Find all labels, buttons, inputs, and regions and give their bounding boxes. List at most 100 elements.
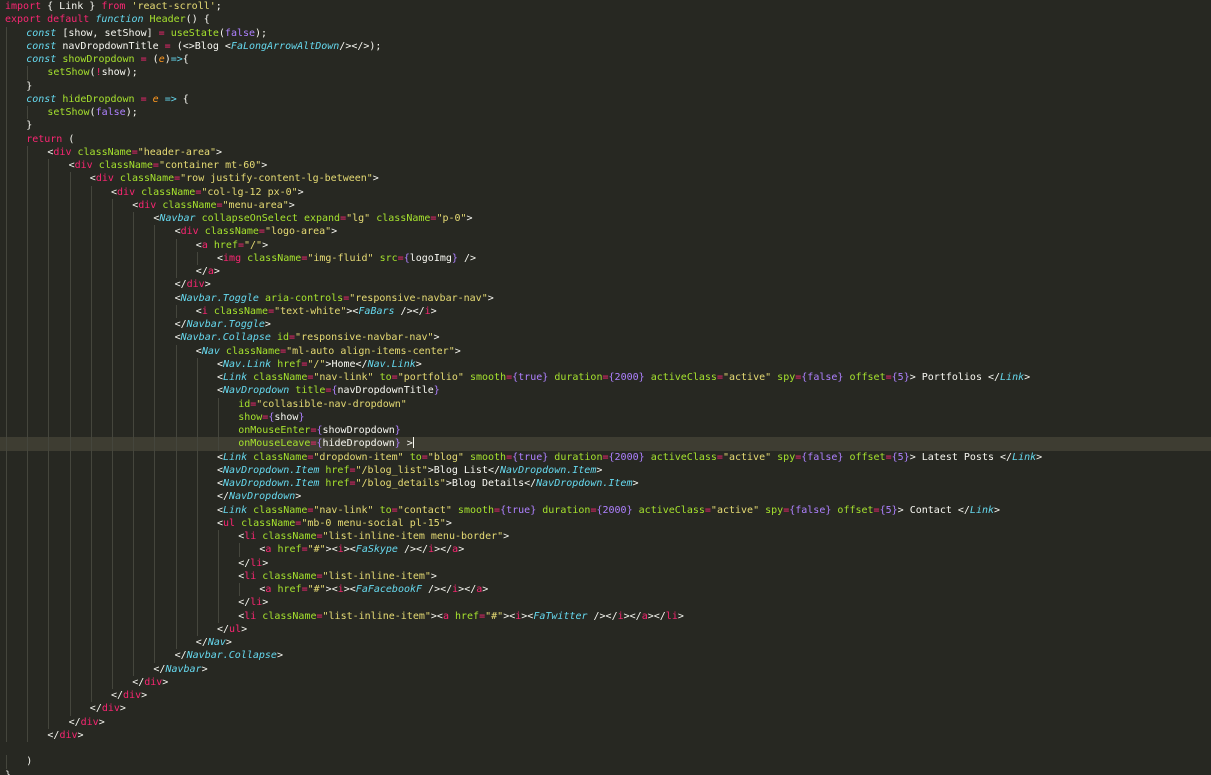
code-line[interactable]: <NavDropdown.Item href="/blog_list">Blog… [0, 463, 1211, 477]
code-line[interactable]: <Navbar.Toggle aria-controls="responsive… [0, 291, 1211, 305]
code-line[interactable]: </div> [0, 728, 1211, 742]
code-line[interactable]: <li className="list-inline-item"><a href… [0, 609, 1211, 623]
code-line[interactable]: </ul> [0, 622, 1211, 636]
code-line[interactable]: } [0, 79, 1211, 93]
code-line[interactable]: id="collasible-nav-dropdown" [0, 397, 1211, 411]
code-line[interactable]: </div> [0, 702, 1211, 716]
code-line[interactable]: </Navbar> [0, 662, 1211, 676]
indent-guide [175, 463, 177, 477]
code-token: className [253, 372, 308, 383]
code-line[interactable]: <a href="#"><i><FaFacebookF /></i></a> [0, 583, 1211, 597]
code-line[interactable]: } [0, 769, 1211, 775]
code-token: Link [1000, 372, 1025, 383]
code-line[interactable]: </Navbar.Collapse> [0, 649, 1211, 663]
indent-guide [133, 212, 135, 226]
code-line[interactable]: </div> [0, 715, 1211, 729]
indent-guide [90, 490, 92, 504]
code-line[interactable]: <ul className="mb-0 menu-social pl-15"> [0, 516, 1211, 530]
code-line[interactable]: <Link className="dropdown-item" to="blog… [0, 450, 1211, 464]
code-line[interactable]: const hideDropdown = e => { [0, 92, 1211, 106]
code-line[interactable]: </li> [0, 556, 1211, 570]
indent-guide [90, 357, 92, 371]
code-token: ; [215, 1, 222, 12]
code-line[interactable]: } [0, 119, 1211, 133]
code-line[interactable]: <a href="#"><i><FaSkype /></i></a> [0, 543, 1211, 557]
code-line[interactable]: const showDropdown = (e)=>{ [0, 53, 1211, 67]
code-line[interactable]: <Link className="nav-link" to="contact" … [0, 503, 1211, 517]
code-line[interactable]: <Navbar collapseOnSelect expand="lg" cla… [0, 212, 1211, 226]
indent-guide [48, 172, 50, 186]
code-line[interactable]: const navDropdownTitle = (<>Blog <FaLong… [0, 39, 1211, 53]
indent-guide [27, 371, 29, 385]
code-line[interactable]: <div className="menu-area"> [0, 198, 1211, 212]
indent-guide [6, 92, 7, 106]
indent-guide [27, 145, 29, 159]
code-token: li [250, 557, 263, 569]
code-line[interactable]: <img className="img-fluid" src={logoImg}… [0, 251, 1211, 265]
code-line[interactable]: </div> [0, 675, 1211, 689]
code-line[interactable]: setShow(false); [0, 106, 1211, 120]
indent-guide [6, 371, 7, 385]
code-line-content: <Link className="nav-link" to="portfolio… [5, 372, 1030, 383]
code-line[interactable]: <div className="col-lg-12 px-0"> [0, 185, 1211, 199]
code-line[interactable]: <div className="logo-area"> [0, 225, 1211, 239]
code-line[interactable]: onMouseLeave={hideDropdown} > [0, 437, 1211, 451]
code-token: > Portfolios </ [909, 372, 1001, 383]
code-line[interactable]: </Navbar.Toggle> [0, 318, 1211, 332]
code-line[interactable]: <div className="row justify-content-lg-b… [0, 172, 1211, 186]
code-line[interactable]: show={show} [0, 410, 1211, 424]
code-line[interactable]: <div className="container mt-60"> [0, 159, 1211, 173]
indent-guide [154, 490, 156, 504]
indent-guide [6, 238, 7, 252]
code-line[interactable]: const [show, setShow] = useState(false); [0, 26, 1211, 40]
indent-guide [154, 543, 156, 557]
indent-guide [112, 490, 113, 504]
code-token: </ [217, 623, 230, 635]
code-line[interactable]: onMouseEnter={showDropdown} [0, 424, 1211, 438]
code-line[interactable]: </li> [0, 596, 1211, 610]
code-line[interactable]: </div> [0, 689, 1211, 703]
code-line[interactable]: <Link className="nav-link" to="portfolio… [0, 371, 1211, 385]
code-token: > [295, 491, 302, 503]
indent-guide [48, 450, 50, 464]
code-token: > [77, 729, 84, 741]
code-line[interactable]: </div> [0, 278, 1211, 292]
code-line[interactable]: <NavDropdown title={navDropdownTitle} [0, 384, 1211, 398]
indent-guide [154, 424, 156, 438]
indent-guide [27, 530, 29, 544]
code-line[interactable]: export default function Header() { [0, 13, 1211, 26]
code-token: import [5, 1, 42, 12]
code-line[interactable]: <Navbar.Collapse id="responsive-navbar-n… [0, 331, 1211, 345]
code-token: "#" [485, 610, 504, 622]
code-token: Link [223, 504, 248, 516]
indent-guide [218, 437, 219, 451]
code-line[interactable]: <div className="header-area"> [0, 145, 1211, 159]
code-line[interactable]: <a href="/"> [0, 238, 1211, 252]
indent-guide [133, 278, 135, 292]
code-token: className [376, 213, 431, 224]
code-line[interactable]: <li className="list-inline-item menu-bor… [0, 530, 1211, 544]
code-token: spy [777, 451, 796, 463]
code-line[interactable]: setShow(!show); [0, 66, 1211, 80]
code-line[interactable]: <Nav className="ml-auto align-items-cent… [0, 344, 1211, 358]
code-line[interactable]: import { Link } from 'react-scroll'; [0, 0, 1211, 13]
indent-guide [154, 649, 156, 663]
code-line[interactable]: <li className="list-inline-item"> [0, 569, 1211, 583]
indent-guide [133, 384, 135, 398]
code-line[interactable]: <NavDropdown.Item href="/blog_details">B… [0, 477, 1211, 491]
code-line[interactable]: <Nav.Link href="/">Home</Nav.Link> [0, 357, 1211, 371]
code-line[interactable]: </a> [0, 265, 1211, 279]
code-editor[interactable]: import { Link } from 'react-scroll'; expo… [0, 0, 1211, 775]
code-line[interactable]: </NavDropdown> [0, 490, 1211, 504]
code-token: > [445, 517, 452, 529]
indent-guide [6, 715, 7, 729]
code-line[interactable]: </Nav> [0, 636, 1211, 650]
code-line[interactable]: <i className="text-white"><FaBars /></i> [0, 304, 1211, 318]
indent-guide [6, 662, 7, 676]
code-token: > [297, 186, 304, 198]
code-line[interactable] [0, 742, 1211, 755]
code-line-content: </div> [5, 717, 105, 728]
code-token: "list-inline-item" [322, 570, 431, 582]
code-line[interactable]: return ( [0, 132, 1211, 146]
code-line[interactable]: ) [0, 755, 1211, 769]
